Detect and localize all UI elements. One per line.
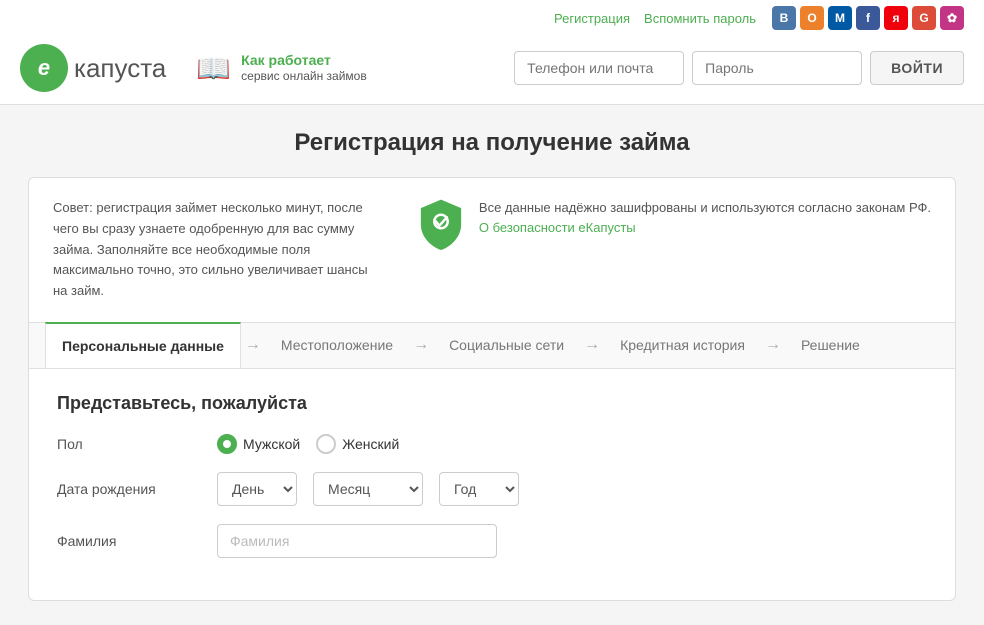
book-icon: 📖 <box>196 52 231 85</box>
gender-label: Пол <box>57 436 197 452</box>
gender-female-radio[interactable] <box>316 434 336 454</box>
gender-row: Пол Мужской Женский <box>57 434 927 454</box>
g-icon[interactable]: G <box>912 6 936 30</box>
header: Регистрация Вспомнить пароль В О М f я G… <box>0 0 984 105</box>
tab-location[interactable]: Местоположение <box>265 323 409 367</box>
social-icons: В О М f я G ✿ <box>772 6 964 30</box>
ig-icon[interactable]: ✿ <box>940 6 964 30</box>
security-link[interactable]: О безопасности еКапусты <box>479 220 636 235</box>
ok-icon[interactable]: О <box>800 6 824 30</box>
tip-section: Совет: регистрация займет несколько мину… <box>29 178 955 323</box>
dob-year-select[interactable]: Год <box>439 472 519 506</box>
forgot-password-link[interactable]: Вспомнить пароль <box>644 11 756 26</box>
gender-female-label: Женский <box>342 436 399 452</box>
tab-credit-history[interactable]: Кредитная история <box>604 323 761 367</box>
gender-male-radio[interactable] <box>217 434 237 454</box>
arrow-2: → <box>409 336 433 354</box>
password-input[interactable] <box>692 51 862 85</box>
gender-male-label: Мужской <box>243 436 300 452</box>
steps-tabs: Персональные данные → Местоположение → С… <box>29 323 955 369</box>
login-area: ВОЙТИ <box>514 51 964 85</box>
gender-male-option[interactable]: Мужской <box>217 434 300 454</box>
dob-day-select[interactable]: День <box>217 472 297 506</box>
fb-icon[interactable]: f <box>856 6 880 30</box>
phone-input[interactable] <box>514 51 684 85</box>
surname-input[interactable] <box>217 524 497 558</box>
tab-decision[interactable]: Решение <box>785 323 876 367</box>
security-text: Все данные надёжно зашифрованы и использ… <box>479 198 931 237</box>
dob-controls: День Месяц Год <box>217 472 519 506</box>
logo-text: капуста <box>74 53 166 84</box>
tip-text: Совет: регистрация займет несколько мину… <box>53 198 385 302</box>
login-button[interactable]: ВОЙТИ <box>870 51 964 85</box>
vk-icon[interactable]: В <box>772 6 796 30</box>
page-title: Регистрация на получение займа <box>28 129 956 157</box>
logo[interactable]: е капуста <box>20 44 166 92</box>
tab-personal-data[interactable]: Персональные данные <box>45 322 241 368</box>
shield-icon <box>415 198 467 250</box>
arrow-1: → <box>241 336 265 354</box>
form-section: Представьтесь, пожалуйста Пол Мужской Же… <box>29 369 955 600</box>
arrow-3: → <box>580 336 604 354</box>
tab-social-networks[interactable]: Социальные сети <box>433 323 580 367</box>
security-block: Все данные надёжно зашифрованы и использ… <box>415 198 931 250</box>
surname-label: Фамилия <box>57 533 197 549</box>
how-it-works-text: Как работает сервис онлайн займов <box>241 51 367 85</box>
mail-icon[interactable]: М <box>828 6 852 30</box>
dob-row: Дата рождения День Месяц Год <box>57 472 927 506</box>
gender-controls: Мужской Женский <box>217 434 399 454</box>
how-it-works-link[interactable]: 📖 Как работает сервис онлайн займов <box>196 51 366 85</box>
gender-female-option[interactable]: Женский <box>316 434 399 454</box>
logo-circle: е <box>20 44 68 92</box>
ya-icon[interactable]: я <box>884 6 908 30</box>
surname-row: Фамилия <box>57 524 927 558</box>
arrow-4: → <box>761 336 785 354</box>
dob-month-select[interactable]: Месяц <box>313 472 423 506</box>
dob-label: Дата рождения <box>57 481 197 497</box>
form-subtitle: Представьтесь, пожалуйста <box>57 393 927 414</box>
register-link[interactable]: Регистрация <box>554 11 630 26</box>
page-content: Регистрация на получение займа Совет: ре… <box>12 105 972 625</box>
main-card: Совет: регистрация займет несколько мину… <box>28 177 956 601</box>
